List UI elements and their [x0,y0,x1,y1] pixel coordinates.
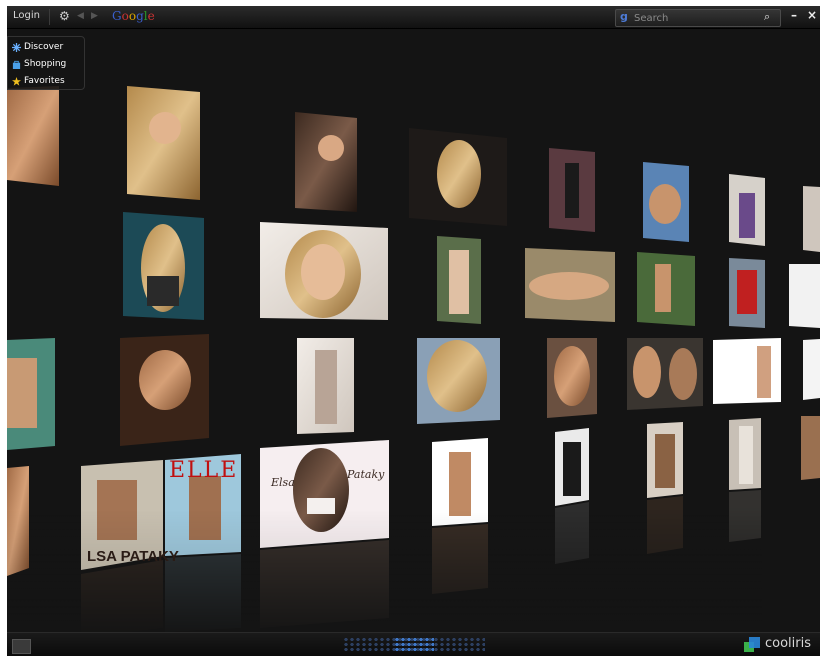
photo-tile[interactable] [643,162,689,242]
photo-tile[interactable] [789,264,820,328]
login-link[interactable]: Login [13,10,40,21]
poster-text-elsa: Elsa [271,476,295,489]
menu-item-label: Favorites [24,76,65,86]
google-logo[interactable]: Google [112,9,155,23]
photo-tile[interactable] [7,338,55,450]
photo-tile[interactable] [729,258,765,328]
gear-icon[interactable]: ⚙ [59,9,70,23]
photo-tile[interactable] [260,222,388,320]
poster-text-pataky: Pataky [347,468,385,481]
photo-wall-canvas [7,86,820,638]
google-g-icon: g [620,10,628,23]
photo-tile[interactable] [713,338,781,404]
photo-tile[interactable] [801,416,820,480]
forward-arrow-icon[interactable]: ▶ [91,11,98,21]
search-box: g ⌕ [615,9,781,27]
photo-tile[interactable] [547,338,597,418]
magazine-cover-text: LSA PATAKY [87,548,179,565]
cooliris-window: Login ⚙ ◀ ▶ Google g ⌕ – × [7,6,820,656]
timeline-scrubber-position[interactable] [394,637,434,653]
cooliris-logo-icon [744,637,760,652]
photo-tile[interactable] [647,422,683,498]
menu-item-label: Discover [24,42,64,52]
photo-tile[interactable] [729,174,765,246]
photo-tile[interactable] [627,338,703,410]
search-icon[interactable]: ⌕ [764,10,770,24]
top-toolbar: Login ⚙ ◀ ▶ Google g ⌕ – × [7,6,820,29]
close-button[interactable]: × [807,8,817,22]
search-input[interactable] [634,11,754,25]
photo-tile[interactable] [127,86,200,200]
photo-wall[interactable]: LSA PATAKY ELLE Elsa Pataky [7,28,820,638]
photo-tile[interactable] [729,418,761,490]
discover-menu: Discover Shopping Favorites [7,36,85,90]
toolbar-divider [49,9,50,25]
photo-tile[interactable] [803,186,820,252]
photo-tile[interactable] [409,128,507,226]
menu-item-shopping[interactable]: Shopping [12,56,66,72]
shopping-bag-icon [12,60,21,69]
photo-tile[interactable] [120,334,209,446]
photo-tile[interactable] [525,248,615,322]
minimize-button[interactable]: – [791,8,797,22]
menu-item-label: Shopping [24,59,67,69]
bottom-bar: cooliris [7,632,820,656]
photo-tile[interactable] [123,212,204,320]
photo-tile[interactable] [417,338,500,424]
photo-tile[interactable] [295,112,357,212]
photo-tile[interactable] [297,338,354,434]
elle-cover-text: ELLE [169,458,239,483]
photo-tile[interactable] [637,252,695,326]
snowflake-icon [12,42,21,52]
star-icon [12,76,21,86]
back-arrow-icon[interactable]: ◀ [77,11,84,21]
photo-tile[interactable] [7,86,59,186]
menu-item-favorites[interactable]: Favorites [12,73,65,89]
photo-tile[interactable] [549,148,595,232]
photo-tile[interactable] [437,236,481,324]
photo-tile[interactable] [555,428,589,506]
menu-item-discover[interactable]: Discover [12,39,63,55]
cooliris-brand: cooliris [765,636,812,651]
photo-tile[interactable] [803,339,820,400]
thumbnail-view-button[interactable] [12,639,31,654]
